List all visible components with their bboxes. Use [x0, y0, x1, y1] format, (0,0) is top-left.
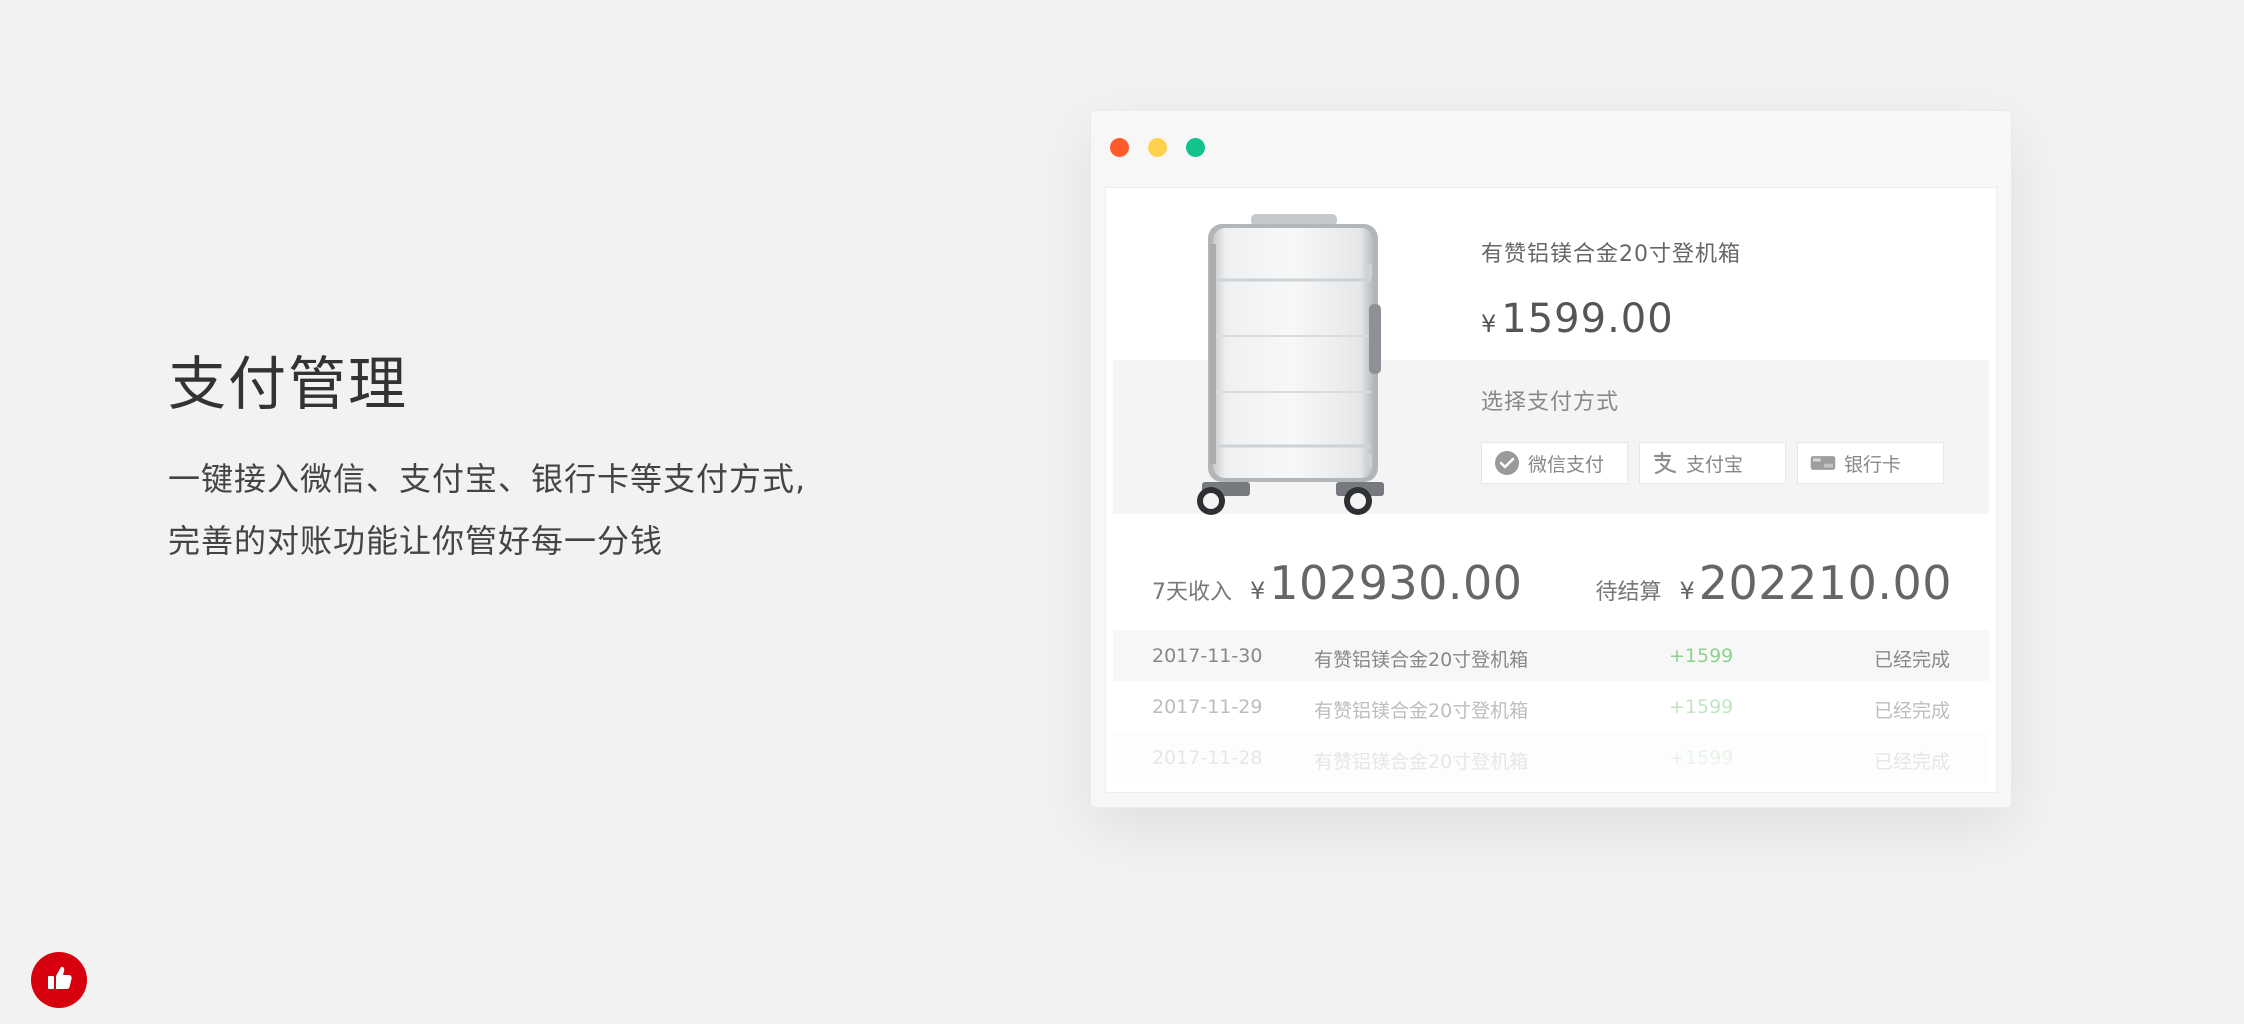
transaction-date: 2017-11-30: [1152, 645, 1263, 667]
minimize-window-dot[interactable]: [1148, 138, 1167, 157]
pending-value: 202210.00: [1698, 556, 1952, 610]
transaction-list: 2017-11-30 有赞铝镁合金20寸登机箱 +1599 已经完成 2017-…: [1113, 630, 1989, 783]
income-currency: ¥: [1250, 577, 1266, 605]
income-value: 102930.00: [1269, 556, 1523, 610]
income-stat: 7天收入 ¥ 102930.00: [1152, 556, 1523, 610]
product-price: ¥1599.00: [1481, 296, 1674, 342]
transaction-status: 已经完成: [1873, 700, 1950, 722]
maximize-window-dot[interactable]: [1186, 138, 1205, 157]
wechat-pay-icon: [1494, 450, 1520, 476]
wechat-pay-label: 微信支付: [1528, 453, 1605, 476]
unionpay-card-icon: [1810, 450, 1836, 476]
transaction-row[interactable]: 2017-11-30 有赞铝镁合金20寸登机箱 +1599 已经完成: [1113, 630, 1989, 681]
income-label: 7天收入: [1152, 580, 1232, 605]
transaction-row[interactable]: 2017-11-28 有赞铝镁合金20寸登机箱 +1599 已经完成: [1113, 732, 1989, 783]
hero-copy: 支付管理 一键接入微信、支付宝、银行卡等支付方式, 完善的对账功能让你管好每一分…: [168, 350, 928, 572]
pending-label: 待结算: [1595, 580, 1662, 605]
page-title: 支付管理: [168, 350, 409, 418]
suitcase-icon: [1186, 214, 1386, 516]
bank-card-button[interactable]: 银行卡: [1797, 442, 1944, 484]
transaction-row[interactable]: 2017-11-29 有赞铝镁合金20寸登机箱 +1599 已经完成: [1113, 681, 1989, 732]
transaction-item: 有赞铝镁合金20寸登机箱: [1314, 700, 1529, 722]
payment-method-label: 选择支付方式: [1481, 390, 1620, 415]
transaction-status: 已经完成: [1873, 649, 1950, 671]
app-window-mockup: 有赞铝镁合金20寸登机箱 ¥1599.00 选择支付方式 微信支付 支付宝 银行…: [1090, 110, 2012, 808]
transaction-amount: +1599: [1669, 747, 1734, 769]
hero-description-line-1: 一键接入微信、支付宝、银行卡等支付方式,: [168, 460, 807, 498]
product-title: 有赞铝镁合金20寸登机箱: [1481, 242, 1741, 267]
alipay-label: 支付宝: [1686, 453, 1744, 476]
price-value: 1599.00: [1501, 296, 1674, 342]
hero-description-line-2: 完善的对账功能让你管好每一分钱: [168, 522, 664, 560]
transaction-date: 2017-11-28: [1152, 747, 1263, 769]
transaction-amount: +1599: [1669, 645, 1734, 667]
close-window-dot[interactable]: [1110, 138, 1129, 157]
transaction-item: 有赞铝镁合金20寸登机箱: [1314, 751, 1529, 773]
revenue-stats: 7天收入 ¥ 102930.00 待结算 ¥ 202210.00: [1152, 556, 1952, 616]
wechat-pay-button[interactable]: 微信支付: [1481, 442, 1628, 484]
transaction-status: 已经完成: [1873, 751, 1950, 773]
pending-currency: ¥: [1679, 577, 1695, 605]
window-controls: [1110, 138, 1205, 157]
thumbs-up-badge[interactable]: [31, 952, 87, 1008]
transaction-item: 有赞铝镁合金20寸登机箱: [1314, 649, 1529, 671]
thumbs-up-icon: [43, 962, 75, 998]
currency-symbol: ¥: [1481, 310, 1498, 338]
pending-stat: 待结算 ¥ 202210.00: [1595, 556, 1952, 610]
transaction-date: 2017-11-29: [1152, 696, 1263, 718]
payment-options: 微信支付 支付宝 银行卡: [1481, 442, 1944, 484]
payment-panel: 有赞铝镁合金20寸登机箱 ¥1599.00 选择支付方式 微信支付 支付宝 银行…: [1105, 187, 1997, 793]
hero-description: 一键接入微信、支付宝、银行卡等支付方式, 完善的对账功能让你管好每一分钱: [168, 448, 928, 572]
alipay-button[interactable]: 支付宝: [1639, 442, 1786, 484]
bank-card-label: 银行卡: [1844, 453, 1902, 476]
transaction-amount: +1599: [1669, 696, 1734, 718]
alipay-icon: [1652, 450, 1678, 476]
